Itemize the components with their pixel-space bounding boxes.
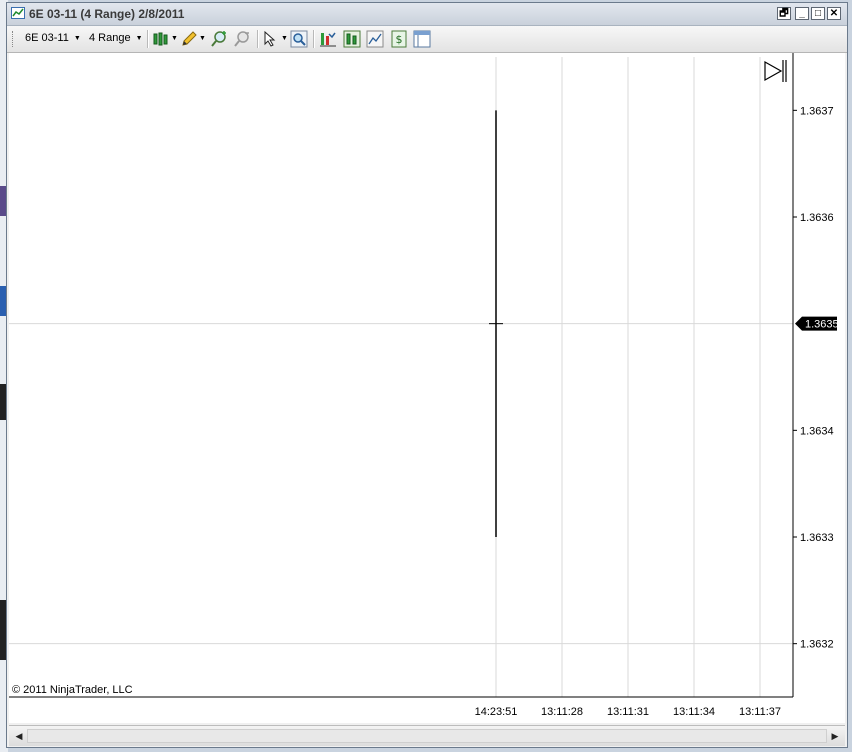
chevron-down-icon[interactable]: ▼: [199, 35, 206, 42]
zoom-out-icon[interactable]: [233, 30, 251, 48]
chart-template-icon[interactable]: [413, 30, 431, 48]
y-tick-label: 1.3633: [800, 532, 834, 544]
x-tick-label: 13:11:37: [739, 706, 781, 718]
x-tick-label: 13:11:28: [541, 706, 583, 718]
zoom-in-icon[interactable]: [210, 30, 228, 48]
strategies-icon[interactable]: [343, 30, 361, 48]
scroll-track[interactable]: [27, 729, 827, 743]
interval-label: 4 Range: [89, 32, 131, 44]
toolbar-divider: [257, 30, 259, 48]
draw-pencil-icon[interactable]: [180, 30, 198, 48]
magnifier-icon[interactable]: [290, 30, 308, 48]
toolbar-grip[interactable]: [12, 31, 15, 47]
close-button[interactable]: ✕: [827, 7, 841, 20]
chart-toolbar: 6E 03-11 ▼ 4 Range ▼ ▼ ▼ ▼ $: [7, 26, 847, 53]
toolbar-divider: [147, 30, 149, 48]
title-bar[interactable]: 6E 03-11 (4 Range) 2/8/2011 🗗 _ □ ✕: [7, 3, 847, 26]
restore-button[interactable]: 🗗: [777, 7, 791, 20]
chevron-down-icon[interactable]: ▼: [281, 35, 288, 42]
svg-text:$: $: [396, 33, 403, 46]
chart-window: 6E 03-11 (4 Range) 2/8/2011 🗗 _ □ ✕ 6E 0…: [6, 2, 848, 748]
y-tick-label: 1.3637: [800, 105, 834, 117]
instrument-selector[interactable]: 6E 03-11 ▼: [25, 32, 81, 44]
data-box-icon[interactable]: $: [390, 30, 408, 48]
toolbar-divider: [313, 30, 315, 48]
scroll-left-button[interactable]: ◀: [11, 726, 27, 746]
x-tick-label: 13:11:31: [607, 706, 649, 718]
window-title: 6E 03-11 (4 Range) 2/8/2011: [29, 7, 185, 21]
chart-panel[interactable]: 1.3637 1.3636 1.3634 1.3633 1.3632 1.3635 14:2…: [9, 53, 845, 723]
scroll-right-button[interactable]: ▶: [827, 726, 843, 746]
price-chart[interactable]: 1.3637 1.3636 1.3634 1.3633 1.3632 1.3635 14:2…: [9, 53, 845, 723]
copyright-text: © 2011 NinjaTrader, LLC: [12, 684, 133, 696]
x-tick-label: 13:11:34: [673, 706, 715, 718]
bar-style-icon[interactable]: [152, 30, 170, 48]
indicators-icon[interactable]: [319, 30, 337, 48]
chart-properties-icon[interactable]: [366, 30, 384, 48]
y-tick-label: 1.3634: [800, 425, 834, 437]
horizontal-scrollbar[interactable]: ◀ ▶: [9, 725, 845, 746]
maximize-button[interactable]: □: [811, 7, 825, 20]
y-tick-label: 1.3632: [800, 639, 834, 651]
y-tick-label: 1.3636: [800, 212, 834, 224]
last-price-label: 1.3635: [805, 319, 839, 331]
minimize-button[interactable]: _: [795, 7, 809, 20]
cursor-pointer-icon[interactable]: [262, 30, 280, 48]
chart-icon: [11, 7, 25, 19]
interval-selector[interactable]: 4 Range ▼: [89, 32, 143, 44]
chevron-down-icon[interactable]: ▼: [171, 35, 178, 42]
x-tick-label: 14:23:51: [475, 706, 518, 718]
instrument-label: 6E 03-11: [25, 32, 69, 44]
chevron-down-icon: ▼: [135, 34, 143, 42]
scroll-to-end-icon[interactable]: [764, 60, 787, 82]
chevron-down-icon: ▼: [73, 34, 81, 42]
